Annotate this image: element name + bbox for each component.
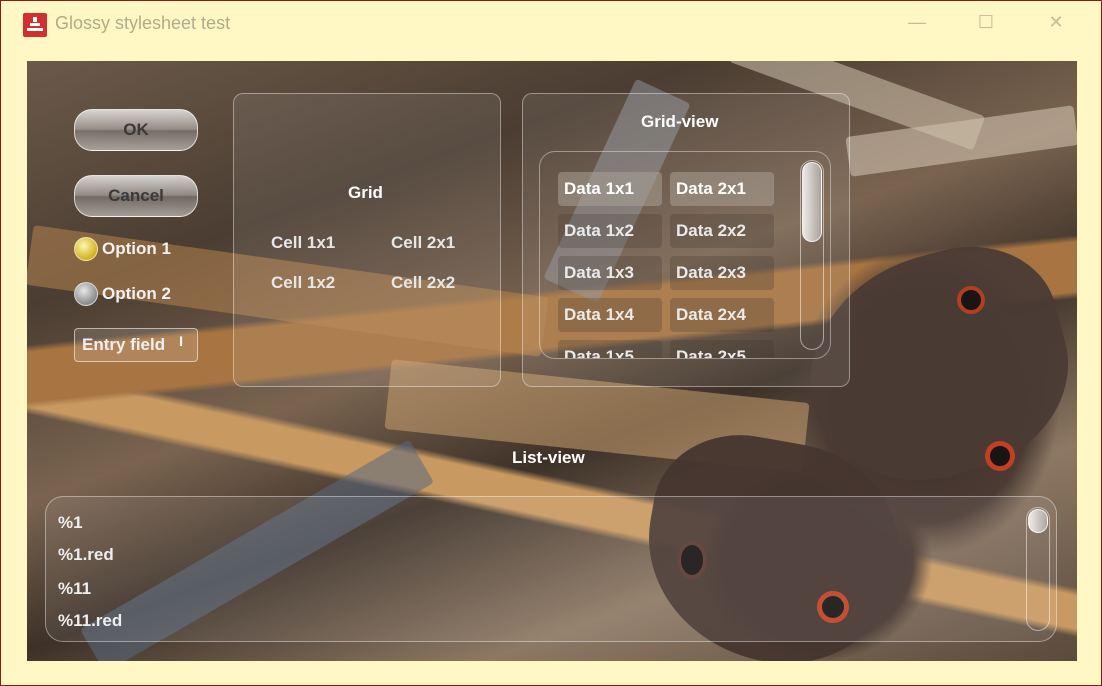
maximize-icon: ☐ [977, 11, 995, 32]
list-view-scroll-thumb[interactable] [1028, 509, 1048, 533]
title-bar[interactable]: Glossy stylesheet test — ☐ ✕ [1, 1, 1101, 47]
radio-option-1[interactable]: Option 1 [74, 237, 171, 261]
ok-button[interactable]: OK [74, 109, 198, 151]
app-icon [23, 13, 47, 37]
grid-view-list[interactable]: Data 1x1 Data 2x1 Data 1x2 Data 2x2 Data… [539, 151, 831, 359]
window-title: Glossy stylesheet test [55, 13, 231, 33]
radio-selected-icon [74, 237, 98, 261]
butterfly-eyespot [985, 441, 1015, 471]
radio-label: Option 1 [102, 239, 171, 258]
list-item[interactable]: %1 [58, 513, 83, 533]
cancel-button[interactable]: Cancel [74, 175, 198, 217]
radio-unselected-icon [74, 282, 98, 306]
grid-view-item[interactable]: Data 2x2 [670, 214, 774, 248]
butterfly-eyespot [957, 286, 985, 314]
entry-field[interactable]: Entry field I [74, 328, 198, 362]
grid-view-title: Grid-view [641, 112, 719, 131]
grid-view-item[interactable]: Data 2x3 [670, 256, 774, 290]
grid-view-item[interactable]: Data 1x3 [558, 256, 662, 290]
text-cursor-icon: I [179, 333, 183, 349]
grid-view-scroll-thumb[interactable] [802, 162, 822, 242]
radio-option-2[interactable]: Option 2 [74, 282, 171, 306]
grid-view-item[interactable]: Data 1x4 [558, 298, 662, 332]
grid-cell: Cell 1x1 [271, 233, 336, 252]
grid-view-item[interactable]: Data 2x1 [670, 172, 774, 206]
grid-cell: Cell 2x2 [391, 273, 456, 292]
grid-view-scrollbar[interactable] [800, 160, 824, 350]
grid-view-item[interactable]: Data 1x2 [558, 214, 662, 248]
grid-cell: Cell 2x1 [391, 233, 456, 252]
grid-view-item[interactable]: Data 2x4 [670, 298, 774, 332]
client-area: OK Cancel Option 1 Option 2 Entry field … [27, 61, 1077, 661]
list-view-scrollbar[interactable] [1026, 507, 1050, 631]
minimize-icon: — [908, 11, 926, 32]
entry-value: Entry field [82, 335, 166, 354]
grid-view-item[interactable]: Data 2x5 [670, 340, 774, 358]
close-button[interactable]: ✕ [1026, 1, 1086, 43]
grid-view-item[interactable]: Data 1x5 [558, 340, 662, 358]
grid-view-item[interactable]: Data 1x1 [558, 172, 662, 206]
minimize-button[interactable]: — [887, 1, 947, 43]
list-view[interactable]: %1 %1.red %11 %11.red [45, 496, 1057, 642]
grid-title: Grid [348, 183, 383, 202]
radio-label: Option 2 [102, 284, 171, 303]
list-item[interactable]: %11.red [58, 611, 122, 631]
list-view-title: List-view [512, 448, 585, 467]
maximize-button[interactable]: ☐ [956, 1, 1016, 43]
list-item[interactable]: %11 [58, 579, 91, 599]
list-item[interactable]: %1.red [58, 545, 114, 565]
close-icon: ✕ [1048, 11, 1064, 32]
grid-cell: Cell 1x2 [271, 273, 336, 292]
app-window: Glossy stylesheet test — ☐ ✕ OK Cancel O… [0, 0, 1102, 686]
